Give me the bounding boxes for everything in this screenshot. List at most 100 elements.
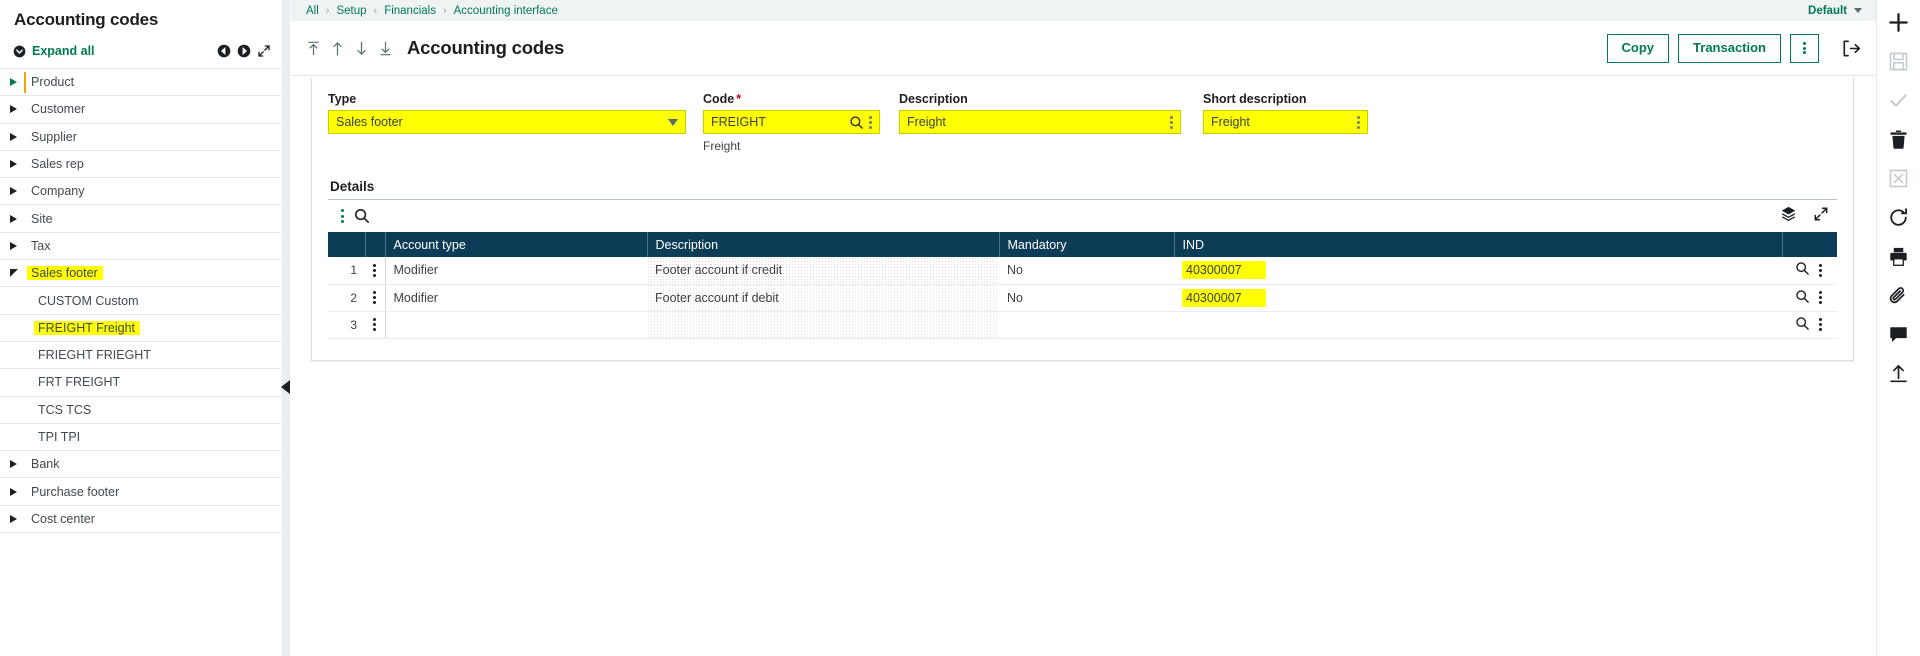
- description-field-actions-icon[interactable]: [1167, 115, 1176, 130]
- column-header-account-type[interactable]: Account type: [385, 232, 648, 257]
- share-button[interactable]: [1884, 361, 1914, 391]
- splitter-collapse-handle[interactable]: [281, 380, 290, 394]
- logout-icon[interactable]: [1838, 36, 1862, 60]
- delete-button[interactable]: [1884, 127, 1914, 157]
- column-header-ind[interactable]: IND: [1174, 232, 1783, 257]
- row-actions-icon[interactable]: [365, 284, 386, 312]
- tree-expand-icon[interactable]: [10, 132, 24, 141]
- transaction-button[interactable]: Transaction: [1678, 33, 1781, 63]
- next-record-icon[interactable]: [354, 40, 369, 57]
- breadcrumb-item-all[interactable]: All: [306, 5, 319, 17]
- row-lookup-icon[interactable]: [1795, 261, 1810, 279]
- description-input[interactable]: Freight: [907, 115, 1167, 129]
- code-input[interactable]: FREIGHT: [711, 115, 847, 129]
- cell-ind[interactable]: 40300007: [1174, 257, 1782, 285]
- row-actions-icon[interactable]: [1819, 290, 1822, 306]
- grid-actions-icon[interactable]: [330, 208, 354, 225]
- cell-mandatory[interactable]: No: [999, 257, 1174, 285]
- cell-account-type[interactable]: Modifier: [385, 284, 647, 312]
- first-record-icon[interactable]: [306, 40, 321, 57]
- tree-expand-icon[interactable]: [10, 105, 24, 114]
- row-lookup-icon[interactable]: [1795, 316, 1810, 334]
- expand-diagonal-icon[interactable]: [1813, 206, 1829, 227]
- copy-button[interactable]: Copy: [1606, 33, 1670, 63]
- table-row[interactable]: 2 Modifier Footer account if debit No 403000…: [328, 284, 1837, 312]
- more-options-icon[interactable]: [1790, 33, 1819, 63]
- cell-mandatory[interactable]: No: [999, 284, 1174, 312]
- row-actions-icon[interactable]: [365, 311, 386, 339]
- sidebar-item-frt-freight[interactable]: FRT FREIGHT: [0, 369, 281, 397]
- description-input-wrap[interactable]: Freight: [899, 110, 1181, 134]
- profile-selector[interactable]: Default: [1808, 5, 1862, 17]
- row-actions-icon[interactable]: [1819, 262, 1822, 278]
- cell-description[interactable]: [647, 311, 999, 339]
- column-header-mandatory[interactable]: Mandatory: [999, 232, 1175, 257]
- cell-description[interactable]: Footer account if credit: [647, 257, 999, 285]
- tree-expand-icon[interactable]: [10, 241, 24, 250]
- row-actions-icon[interactable]: [1819, 317, 1822, 333]
- column-header-description[interactable]: Description: [647, 232, 1000, 257]
- sidebar-item-frieght-frieght[interactable]: FRIEGHT FRIEGHT: [0, 342, 281, 370]
- breadcrumb-item-setup[interactable]: Setup: [336, 5, 366, 17]
- code-field-actions-icon[interactable]: [866, 115, 875, 130]
- cell-ind[interactable]: 40300007: [1174, 284, 1782, 312]
- attachment-button[interactable]: [1884, 283, 1914, 313]
- sidebar-item-tpi-tpi[interactable]: TPI TPI: [0, 424, 281, 452]
- sidebar-item-sales-footer[interactable]: Sales footer: [0, 260, 281, 288]
- tree-expand-icon[interactable]: [10, 487, 24, 496]
- sidebar-item-purchase-footer[interactable]: Purchase footer: [0, 478, 281, 506]
- cell-description[interactable]: Footer account if debit: [647, 284, 999, 312]
- last-record-icon[interactable]: [378, 40, 393, 57]
- save-button[interactable]: [1884, 49, 1914, 79]
- sidebar-item-tax[interactable]: Tax: [0, 233, 281, 261]
- tree-expand-icon[interactable]: [10, 78, 24, 87]
- expand-diagonal-icon[interactable]: [257, 44, 271, 58]
- code-input-wrap[interactable]: FREIGHT: [703, 110, 880, 134]
- row-lookup-icon[interactable]: [1795, 289, 1810, 307]
- type-dropdown[interactable]: Sales footer: [328, 110, 686, 134]
- table-row[interactable]: 3: [328, 311, 1837, 339]
- tree-expand-icon[interactable]: [10, 160, 24, 169]
- panel-splitter[interactable]: [281, 0, 291, 656]
- cancel-button[interactable]: [1884, 166, 1914, 196]
- sidebar-item-supplier[interactable]: Supplier: [0, 124, 281, 151]
- sidebar-item-product[interactable]: Product: [0, 69, 281, 97]
- sidebar-item-tcs-tcs[interactable]: TCS TCS: [0, 397, 281, 424]
- sidebar-item-site[interactable]: Site: [0, 205, 281, 233]
- search-icon[interactable]: [847, 115, 866, 130]
- nav-prev-icon[interactable]: [217, 44, 231, 58]
- cell-mandatory[interactable]: [999, 311, 1174, 339]
- short-description-field-actions-icon[interactable]: [1354, 115, 1363, 130]
- sidebar-item-bank[interactable]: Bank: [0, 451, 281, 479]
- breadcrumb-item-accounting-interface[interactable]: Accounting interface: [454, 5, 558, 17]
- validate-button[interactable]: [1884, 88, 1914, 118]
- tree-expand-icon[interactable]: [10, 460, 24, 469]
- print-button[interactable]: [1884, 244, 1914, 274]
- layers-icon[interactable]: [1780, 205, 1797, 227]
- table-row[interactable]: 1 Modifier Footer account if credit No 40300…: [328, 257, 1837, 285]
- refresh-button[interactable]: [1884, 205, 1914, 235]
- tree-collapse-icon[interactable]: [10, 269, 24, 278]
- breadcrumb-item-financials[interactable]: Financials: [384, 5, 436, 17]
- nav-next-icon[interactable]: [237, 44, 251, 58]
- cell-ind[interactable]: [1174, 311, 1782, 339]
- tree-expand-icon[interactable]: [10, 187, 24, 196]
- search-icon[interactable]: [354, 208, 370, 224]
- sidebar-item-sales-rep[interactable]: Sales rep: [0, 151, 281, 179]
- comment-button[interactable]: [1884, 322, 1914, 352]
- cell-account-type[interactable]: Modifier: [385, 257, 647, 285]
- sidebar-item-company[interactable]: Company: [0, 178, 281, 206]
- expand-all-button[interactable]: Expand all: [13, 44, 95, 58]
- cell-account-type[interactable]: [385, 311, 647, 339]
- sidebar-item-custom-custom[interactable]: CUSTOM Custom: [0, 287, 281, 315]
- add-button[interactable]: [1884, 10, 1914, 40]
- short-description-input[interactable]: Freight: [1211, 115, 1354, 129]
- sidebar-item-customer[interactable]: Customer: [0, 96, 281, 124]
- tree-expand-icon[interactable]: [10, 514, 24, 523]
- tree-expand-icon[interactable]: [10, 214, 24, 223]
- sidebar-item-freight-freight[interactable]: FREIGHT Freight: [0, 315, 281, 342]
- sidebar-item-cost-center[interactable]: Cost center: [0, 506, 281, 534]
- short-description-input-wrap[interactable]: Freight: [1203, 110, 1368, 134]
- previous-record-icon[interactable]: [330, 40, 345, 57]
- row-actions-icon[interactable]: [365, 257, 386, 285]
